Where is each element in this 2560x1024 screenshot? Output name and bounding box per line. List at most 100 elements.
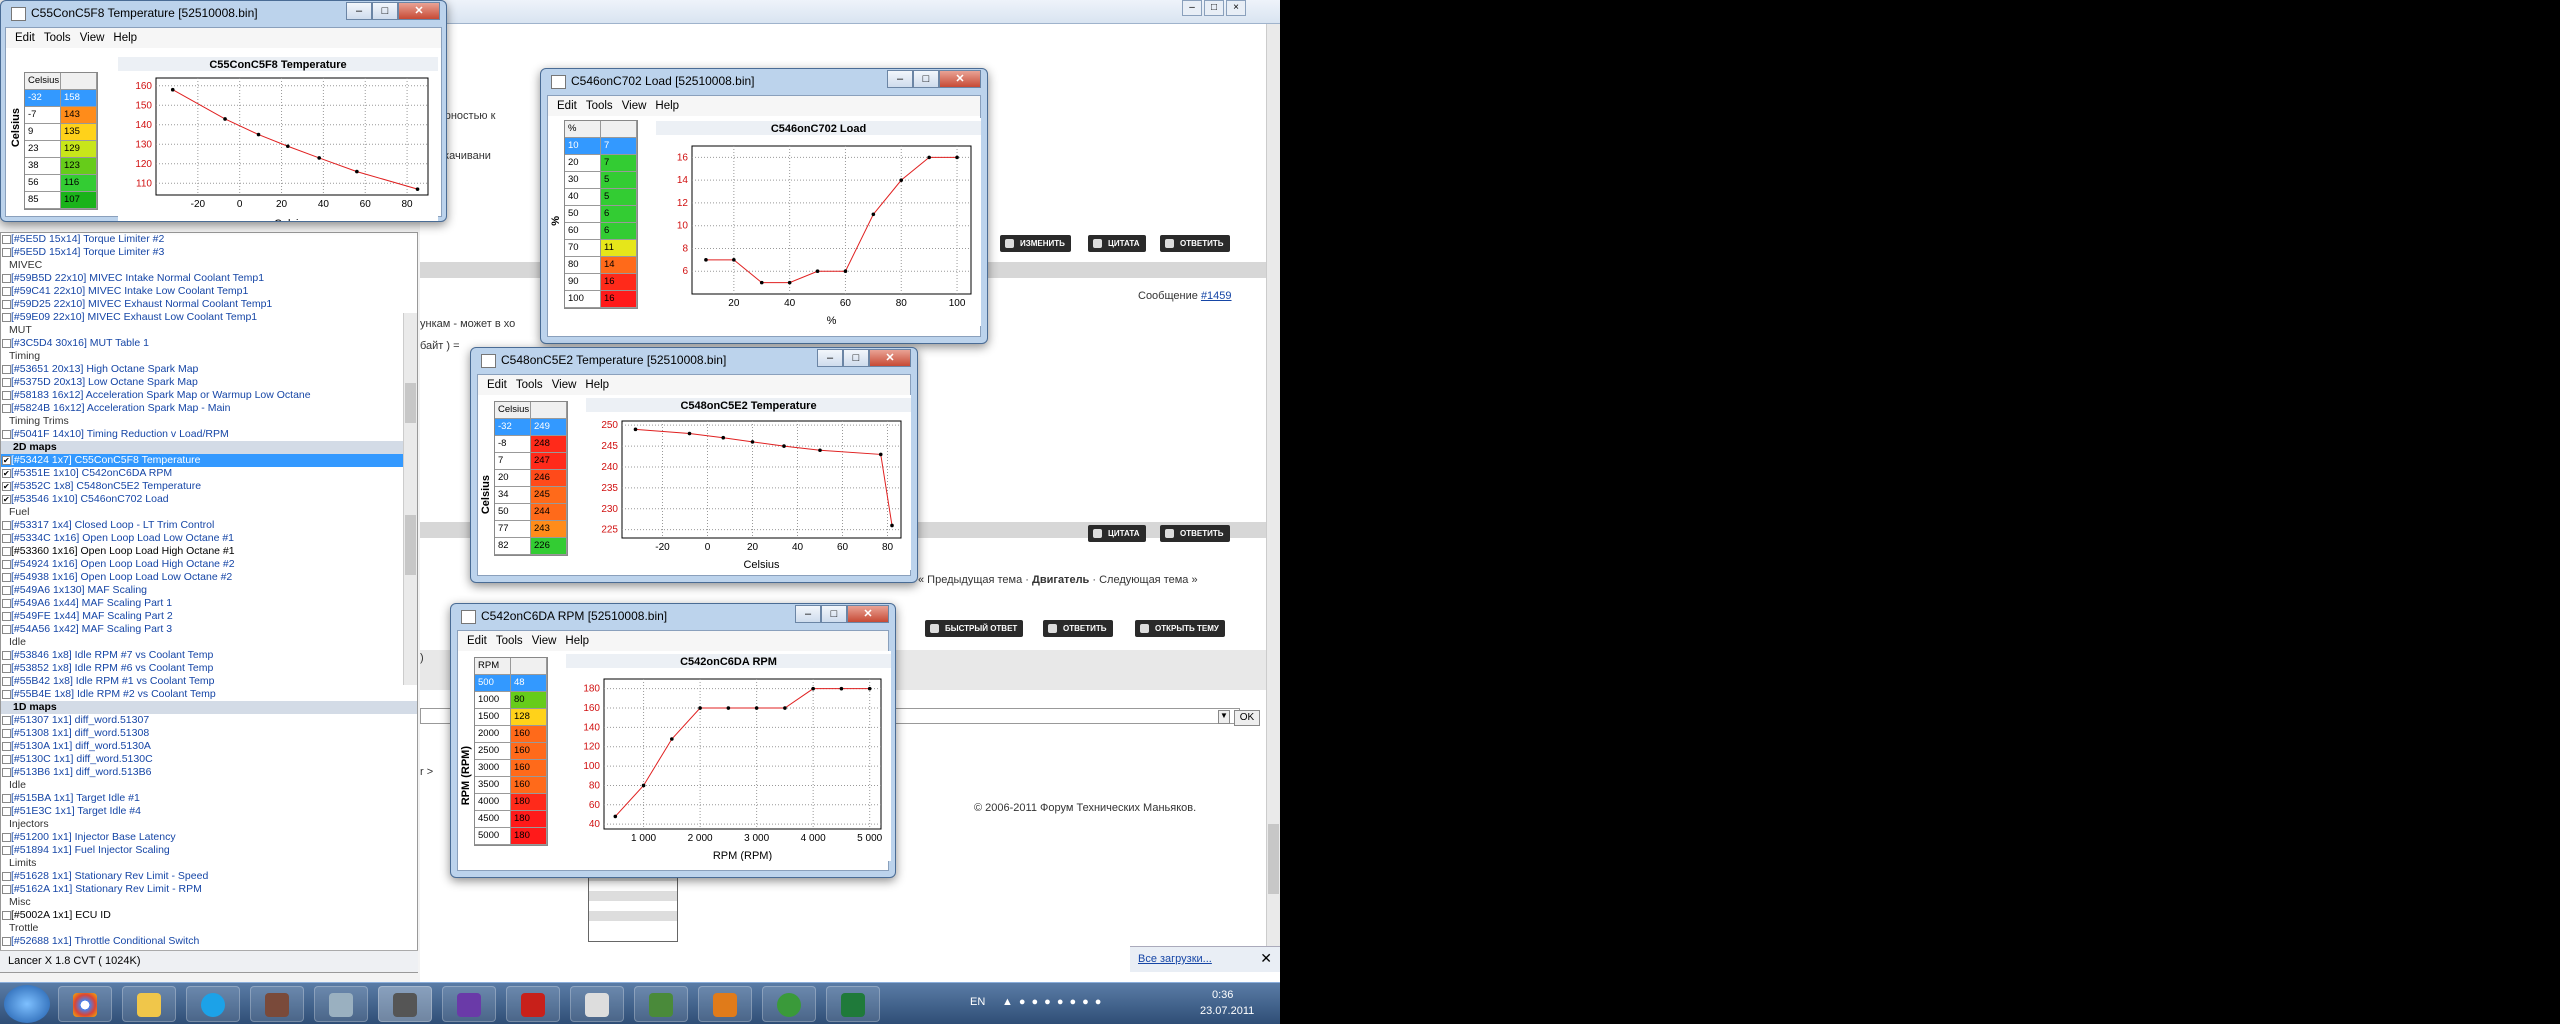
tree-item[interactable]: [#513B6 1x1] diff_word.513B6 xyxy=(1,766,417,779)
start-button[interactable] xyxy=(4,985,50,1023)
tree-item[interactable]: [#549FE 1x44] MAF Scaling Part 2 xyxy=(1,610,417,623)
grid-value-cell[interactable]: 48 xyxy=(511,675,547,692)
tree-category[interactable]: Injectors xyxy=(1,818,417,831)
quote-button-2[interactable]: ЦИТАТА xyxy=(1088,525,1146,542)
grid-value-cell[interactable]: 7 xyxy=(601,155,637,172)
tree-item[interactable]: [#53317 1x4] Closed Loop - LT Trim Contr… xyxy=(1,519,417,532)
tree-category[interactable]: Timing xyxy=(1,350,417,363)
grid-value-cell[interactable]: 80 xyxy=(511,692,547,709)
checkbox[interactable] xyxy=(2,300,11,309)
ok-button[interactable]: OK xyxy=(1234,710,1260,726)
tree-item[interactable]: [#5E5D 15x14] Torque Limiter #3 xyxy=(1,246,417,259)
menu-view[interactable]: View xyxy=(532,635,557,647)
tree-item[interactable]: [#53546 1x10] C546onC702 Load xyxy=(1,493,417,506)
tree-item[interactable]: [#5041F 14x10] Timing Reduction v Load/R… xyxy=(1,428,417,441)
checkbox[interactable] xyxy=(2,716,11,725)
grid-value-cell[interactable]: 14 xyxy=(601,257,637,274)
new-topic-button[interactable]: ОТКРЫТЬ ТЕМУ xyxy=(1135,620,1225,637)
browser-scrollbar[interactable] xyxy=(1266,24,1280,948)
grid-value-cell[interactable]: 226 xyxy=(531,538,567,555)
checkbox[interactable] xyxy=(2,560,11,569)
tree-item[interactable]: [#51E3C 1x1] Target Idle #4 xyxy=(1,805,417,818)
checkbox[interactable] xyxy=(2,586,11,595)
maximize-button[interactable]: □ xyxy=(913,70,939,88)
tray-icons[interactable]: ▲●●●●●●● xyxy=(1002,996,1107,1008)
taskbar-office[interactable] xyxy=(698,986,752,1022)
grid-value-cell[interactable]: 248 xyxy=(531,436,567,453)
grid-value-cell[interactable]: 7 xyxy=(601,138,637,155)
grid-value-cell[interactable]: 5 xyxy=(601,172,637,189)
tree-category[interactable]: 2D maps xyxy=(1,441,417,454)
minimize-button[interactable]: – xyxy=(887,70,913,88)
maximize-button[interactable]: □ xyxy=(821,605,847,623)
tree-item[interactable]: [#5130A 1x1] diff_word.5130A xyxy=(1,740,417,753)
menu-edit[interactable]: Edit xyxy=(487,379,507,391)
reply-button[interactable]: ОТВЕТИТЬ xyxy=(1160,235,1230,252)
grid-value-cell[interactable]: 6 xyxy=(601,206,637,223)
checkbox[interactable] xyxy=(2,937,11,946)
close-button[interactable]: ✕ xyxy=(869,349,911,367)
menu-help[interactable]: Help xyxy=(655,100,679,112)
checkbox[interactable] xyxy=(2,339,11,348)
checkbox[interactable] xyxy=(2,729,11,738)
tree-item[interactable]: [#59E09 22x10] MIVEC Exhaust Low Coolant… xyxy=(1,311,417,324)
tree-item[interactable]: [#5824B 16x12] Acceleration Spark Map - … xyxy=(1,402,417,415)
menu-help[interactable]: Help xyxy=(565,635,589,647)
checkbox[interactable] xyxy=(2,846,11,855)
checkbox[interactable] xyxy=(2,287,11,296)
tree-item[interactable]: [#54A56 1x42] MAF Scaling Part 3 xyxy=(1,623,417,636)
checkbox[interactable] xyxy=(2,248,11,257)
checkbox[interactable] xyxy=(2,768,11,777)
checkbox[interactable] xyxy=(2,599,11,608)
checkbox[interactable] xyxy=(2,467,11,480)
menu-view[interactable]: View xyxy=(80,32,105,44)
menu-tools[interactable]: Tools xyxy=(496,635,523,647)
tree-item[interactable]: [#5002A 1x1] ECU ID xyxy=(1,909,417,922)
checkbox[interactable] xyxy=(2,274,11,283)
close-icon[interactable]: ✕ xyxy=(1260,950,1272,967)
menu-edit[interactable]: Edit xyxy=(15,32,35,44)
tree-item[interactable]: [#52688 1x1] Throttle Conditional Switch xyxy=(1,935,417,948)
tree-item[interactable]: [#51628 1x1] Stationary Rev Limit - Spee… xyxy=(1,870,417,883)
tree-item[interactable]: [#59D25 22x10] MIVEC Exhaust Normal Cool… xyxy=(1,298,417,311)
menu-edit[interactable]: Edit xyxy=(467,635,487,647)
taskbar-photo[interactable] xyxy=(250,986,304,1022)
tree-item[interactable]: [#5352C 1x8] C548onC5E2 Temperature xyxy=(1,480,417,493)
grid-value-cell[interactable]: 128 xyxy=(511,709,547,726)
grid-value-cell[interactable]: 180 xyxy=(511,811,547,828)
tree-category[interactable]: MUT xyxy=(1,324,417,337)
taskbar-skype[interactable] xyxy=(186,986,240,1022)
maximize-icon[interactable]: □ xyxy=(1204,0,1224,16)
taskbar-ecuflash[interactable] xyxy=(378,986,432,1022)
checkbox[interactable] xyxy=(2,573,11,582)
grid-value-cell[interactable]: 246 xyxy=(531,470,567,487)
reply-button-3[interactable]: ОТВЕТИТЬ xyxy=(1043,620,1113,637)
checkbox[interactable] xyxy=(2,677,11,686)
tree-item[interactable]: [#5162A 1x1] Stationary Rev Limit - RPM xyxy=(1,883,417,896)
taskbar-excel[interactable] xyxy=(826,986,880,1022)
tree-item[interactable]: [#51894 1x1] Fuel Injector Scaling xyxy=(1,844,417,857)
reply-button-2[interactable]: ОТВЕТИТЬ xyxy=(1160,525,1230,542)
menu-tools[interactable]: Tools xyxy=(586,100,613,112)
taskbar-hexsport[interactable] xyxy=(442,986,496,1022)
tree-item[interactable]: [#58183 16x12] Acceleration Spark Map or… xyxy=(1,389,417,402)
tree-item[interactable]: [#51307 1x1] diff_word.51307 xyxy=(1,714,417,727)
checkbox[interactable] xyxy=(2,534,11,543)
quote-button[interactable]: ЦИТАТА xyxy=(1088,235,1146,252)
tree-item[interactable]: [#51200 1x1] Injector Base Latency xyxy=(1,831,417,844)
close-icon[interactable]: × xyxy=(1226,0,1246,16)
tree-category[interactable]: MIVEC xyxy=(1,259,417,272)
maximize-button[interactable]: □ xyxy=(843,349,869,367)
grid-value-cell[interactable]: 16 xyxy=(601,274,637,291)
tree-category[interactable]: 1D maps xyxy=(1,701,417,714)
tree-category[interactable]: Idle xyxy=(1,636,417,649)
menu-tools[interactable]: Tools xyxy=(44,32,71,44)
minimize-button[interactable]: – xyxy=(795,605,821,623)
checkbox[interactable] xyxy=(2,872,11,881)
taskbar-ecu-tool[interactable] xyxy=(314,986,368,1022)
menu-view[interactable]: View xyxy=(552,379,577,391)
clock-date[interactable]: 23.07.2011 xyxy=(1200,1005,1254,1017)
menu-help[interactable]: Help xyxy=(585,379,609,391)
checkbox[interactable] xyxy=(2,612,11,621)
grid-value-cell[interactable]: 247 xyxy=(531,453,567,470)
